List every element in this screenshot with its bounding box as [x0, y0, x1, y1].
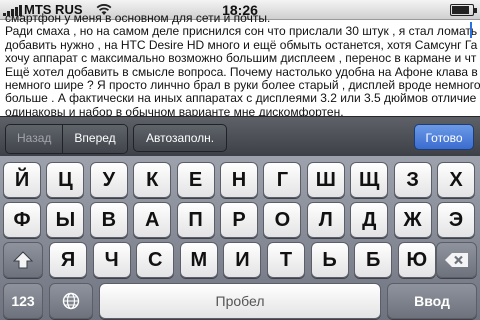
- text-cursor: [470, 22, 472, 38]
- letter-key[interactable]: З: [393, 162, 432, 198]
- text-line: одинаковы и набор в обычном варианте мне…: [5, 104, 344, 116]
- letter-key[interactable]: Т: [267, 242, 305, 278]
- backspace-icon: [444, 253, 468, 267]
- letter-key[interactable]: Р: [220, 202, 258, 238]
- letter-key[interactable]: Ф: [3, 202, 41, 238]
- letter-key[interactable]: Ь: [310, 242, 349, 278]
- text-line: хочу аппарат с максимально возможно боль…: [5, 51, 477, 66]
- letter-key[interactable]: О: [263, 202, 302, 238]
- globe-key[interactable]: [49, 283, 93, 319]
- letter-key[interactable]: Ю: [397, 242, 436, 278]
- next-button[interactable]: Вперед: [63, 125, 127, 153]
- letter-key[interactable]: Б: [354, 242, 393, 278]
- numbers-key[interactable]: 123: [3, 283, 43, 319]
- letter-key[interactable]: Г: [263, 162, 302, 198]
- letter-key[interactable]: Л: [306, 202, 345, 238]
- letter-key[interactable]: Н: [220, 162, 258, 198]
- letter-key[interactable]: К: [133, 162, 172, 198]
- letter-key[interactable]: П: [176, 202, 215, 238]
- letter-key[interactable]: Х: [437, 162, 475, 198]
- letter-key[interactable]: Э: [437, 202, 475, 238]
- keyboard: 123 Пробел Ввод ЙЦУКЕНГШЩЗХ ФЫВАПРОЛДЖЭ ЯЧ…: [0, 156, 480, 320]
- done-button[interactable]: Готово: [414, 124, 474, 150]
- letter-key[interactable]: Ы: [46, 202, 85, 238]
- text-line: больше . А фактически на иных аппаратах …: [5, 91, 477, 106]
- shift-key[interactable]: [3, 242, 43, 278]
- autofill-button[interactable]: Автозаполн.: [133, 124, 228, 152]
- shift-arrow-icon: [13, 251, 33, 269]
- letter-key[interactable]: А: [133, 202, 172, 238]
- letter-key[interactable]: В: [89, 202, 128, 238]
- return-key[interactable]: Ввод: [387, 283, 477, 319]
- letter-key[interactable]: Щ: [350, 162, 389, 198]
- text-line: Ради смаха , но на самом деле приснился …: [5, 24, 478, 39]
- letter-key[interactable]: Е: [176, 162, 215, 198]
- letter-key[interactable]: Ж: [393, 202, 432, 238]
- letter-key[interactable]: Й: [3, 162, 41, 198]
- letter-key[interactable]: С: [136, 242, 175, 278]
- space-key[interactable]: Пробел: [99, 283, 381, 319]
- prev-next-segment: Назад Вперед: [5, 124, 128, 154]
- letter-key[interactable]: Ч: [92, 242, 131, 278]
- letter-key[interactable]: Ц: [46, 162, 85, 198]
- text-line: Ещё хотел добавить в смысле вопроса. Поч…: [5, 64, 478, 79]
- letter-key[interactable]: Д: [350, 202, 389, 238]
- text-area[interactable]: смартфон у меня в основном для сети и по…: [0, 12, 480, 116]
- letter-key[interactable]: Я: [49, 242, 87, 278]
- globe-icon: [62, 292, 80, 310]
- letter-key[interactable]: М: [179, 242, 218, 278]
- letter-key[interactable]: И: [223, 242, 262, 278]
- letter-key[interactable]: У: [89, 162, 128, 198]
- letter-key[interactable]: Ш: [306, 162, 345, 198]
- form-assistant-bar: Назад Вперед Автозаполн. Готово: [0, 116, 480, 156]
- text-line: немного шире ? Я просто линчно брал в ру…: [5, 78, 480, 93]
- text-line: смартфон у меня в основном для сети и по…: [5, 12, 271, 25]
- backspace-key[interactable]: [436, 242, 477, 278]
- prev-button[interactable]: Назад: [6, 125, 64, 153]
- text-line: добавить нужно , на HTC Desire HD много …: [5, 37, 478, 52]
